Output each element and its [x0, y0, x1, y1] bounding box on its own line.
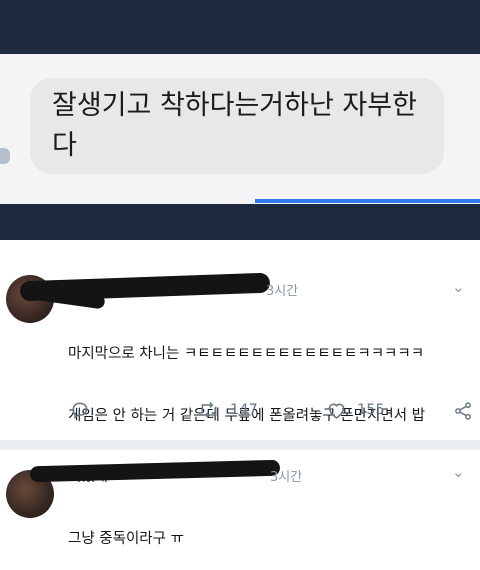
- tweet-line: 그냥 중독이라구 ㅠ: [68, 530, 184, 547]
- chat-progress-line: [255, 199, 480, 203]
- reply-icon: [70, 400, 90, 420]
- tweet-separator: [0, 440, 480, 450]
- chat-message-line-1: 잘생기고 착하다는거하난 자부한: [52, 90, 417, 121]
- tweet-time: 3시간: [266, 284, 299, 299]
- chevron-down-icon[interactable]: ⌄: [452, 463, 465, 481]
- tweet-time: 3시간: [270, 470, 303, 485]
- chat-message-line-2: 다: [52, 130, 77, 161]
- retweet-icon: [198, 400, 220, 420]
- retweet-button[interactable]: 147: [198, 400, 258, 420]
- tweet-body: 마지막으로 차니는 ㅋㅌㅌㅌㅌㅌㅌㅌㅌㅌㅌㅌㅌㅋㅋㅋㅋㅋ 게임은 안 하는 거 …: [68, 303, 442, 570]
- share-icon: [453, 401, 473, 421]
- chat-edge-mark: [0, 148, 10, 164]
- chat-message: 잘생기고 착하다는거하난 자부한 다: [52, 86, 437, 166]
- tweet-line: 마지막으로 차니는 ㅋㅌㅌㅌㅌㅌㅌㅌㅌㅌㅌㅌㅌㅋㅋㅋㅋㅋ: [68, 346, 425, 362]
- chevron-down-icon[interactable]: ⌄: [452, 278, 465, 296]
- like-button[interactable]: 155: [326, 400, 385, 420]
- reply-button[interactable]: [70, 400, 90, 420]
- share-button[interactable]: [453, 401, 473, 421]
- heart-icon: [326, 400, 347, 420]
- retweet-count: 147: [230, 402, 258, 418]
- like-count: 155: [357, 402, 385, 418]
